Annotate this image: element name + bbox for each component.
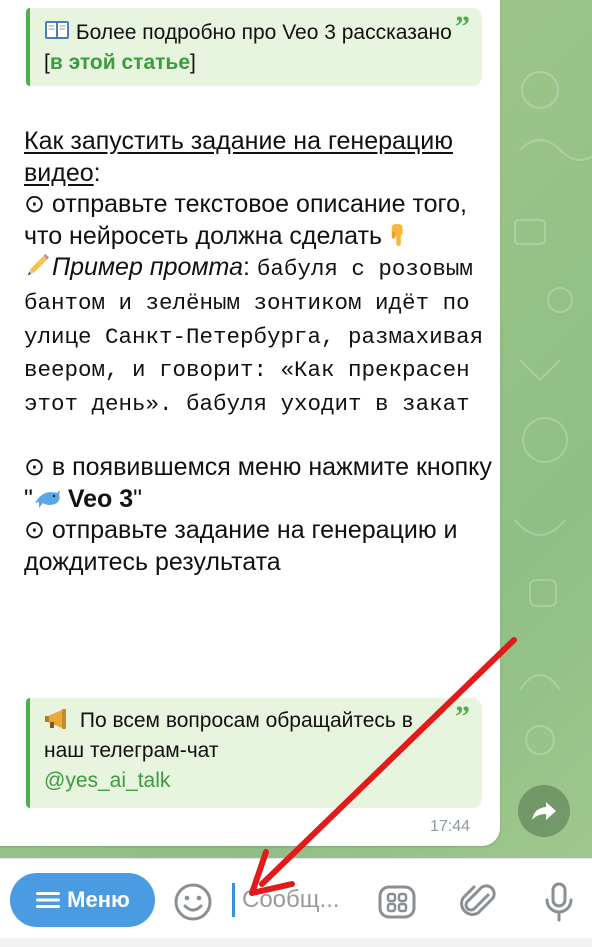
message-text: Как запустить задание на генерацию видео…	[24, 126, 496, 578]
system-nav-strip	[0, 938, 592, 947]
quote-mark-icon: ”	[455, 700, 470, 733]
veo3-button-name: Veo 3	[60, 484, 134, 513]
menu-lines-icon	[36, 892, 61, 908]
quote-block-support: По всем вопросам обращайтесь в наш телег…	[26, 698, 482, 808]
pencil-icon	[27, 254, 50, 276]
megaphone-icon	[45, 709, 66, 729]
message-bubble: Более подробно про Veo 3 рассказано [в э…	[0, 0, 500, 846]
text-cursor	[232, 883, 235, 917]
microphone-icon[interactable]	[538, 881, 580, 923]
bot-commands-icon[interactable]	[376, 881, 418, 923]
example-label: Пример промта	[52, 253, 243, 282]
dolphin-icon	[34, 489, 60, 508]
step-3-text: ⊙ отправьте задание на генерацию и дожди…	[24, 516, 458, 576]
menu-button-label: Меню	[67, 887, 130, 912]
instructions-heading: Как запустить задание на генерацию видео	[24, 127, 453, 187]
quote-mark-icon: ”	[455, 10, 470, 43]
menu-button[interactable]: Меню	[10, 873, 155, 927]
message-time: 17:44	[430, 818, 471, 835]
step-2-quote-close: "	[133, 484, 143, 513]
support-chat-link[interactable]: @yes_ai_talk	[44, 769, 170, 792]
message-input-bar: Меню Сообщ...	[0, 858, 592, 939]
quote-block-article: Более подробно про Veo 3 рассказано [в э…	[26, 8, 482, 86]
heading-colon: :	[93, 158, 101, 187]
support-text: По всем вопросам обращайтесь в наш телег…	[44, 709, 413, 762]
emoji-smile-icon[interactable]	[172, 881, 214, 923]
message-input[interactable]: Сообщ...	[232, 877, 362, 923]
paperclip-icon[interactable]	[458, 881, 500, 923]
forward-arrow-icon	[532, 802, 556, 820]
article-link[interactable]: в этой статье	[50, 51, 190, 74]
forward-button[interactable]	[518, 785, 570, 837]
open-book-icon	[45, 21, 69, 39]
quote-text-end: ]	[190, 51, 196, 74]
pointing-down-icon	[391, 223, 403, 246]
message-input-placeholder: Сообщ...	[242, 886, 340, 913]
example-colon: :	[242, 253, 257, 282]
